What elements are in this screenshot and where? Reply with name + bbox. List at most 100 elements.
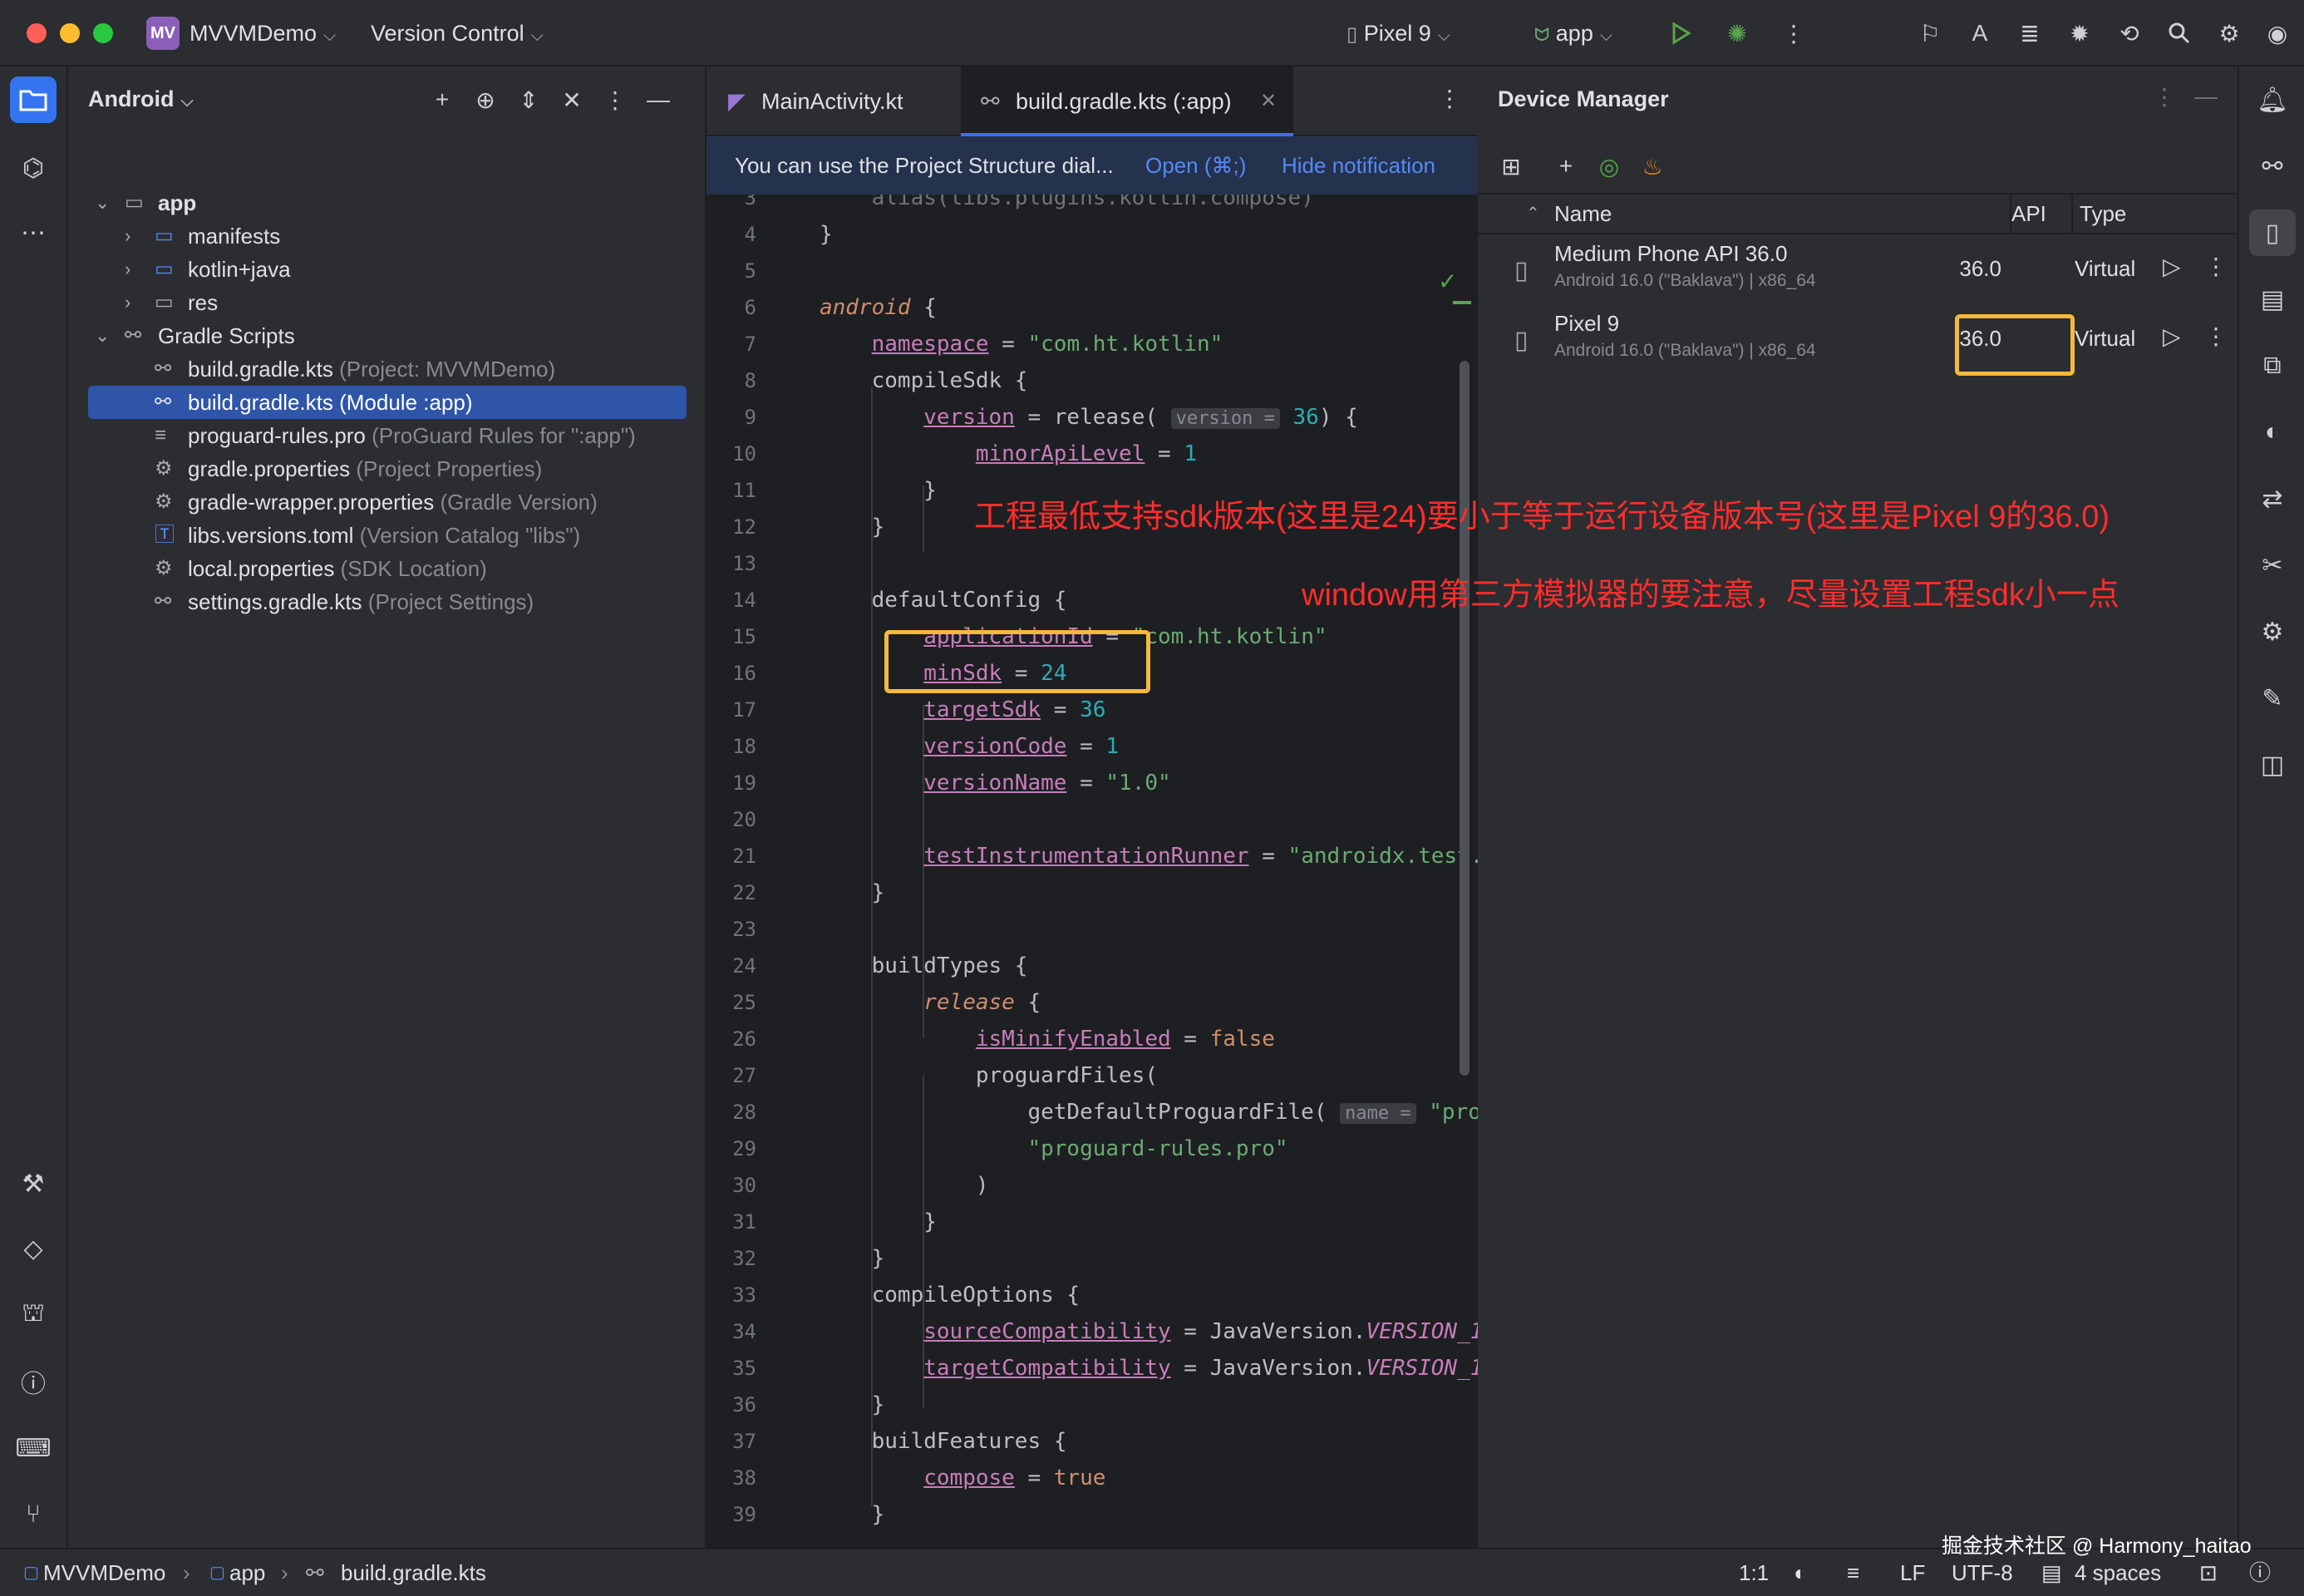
problems-status-icon[interactable]: ⓘ	[2249, 1549, 2271, 1596]
toml-file-icon: 🅃	[155, 524, 175, 546]
tools-icon[interactable]: ✂	[2249, 542, 2296, 589]
device-grid-icon[interactable]: ⊞	[1494, 150, 1528, 183]
gem-icon[interactable]: ◇	[10, 1225, 57, 1272]
tree-item-local-properties[interactable]: ⚙ local.properties (SDK Location)	[88, 552, 687, 585]
breadcrumb-module[interactable]: app	[229, 1549, 265, 1596]
profiler-icon[interactable]: ⚐	[1913, 17, 1947, 50]
more-tools-icon[interactable]: ⋯	[10, 209, 57, 256]
resource-manager-icon[interactable]: ⌬	[10, 145, 57, 191]
hide-panel-icon[interactable]: —	[2194, 83, 2218, 110]
options-icon[interactable]: ⋮	[598, 83, 632, 116]
minimize-window-button[interactable]	[60, 23, 80, 43]
pen-icon[interactable]: ✎	[2249, 675, 2296, 722]
gradle-sync-icon[interactable]: ⟲	[2113, 17, 2146, 50]
tree-item-build-gradle-module[interactable]: ⚯ build.gradle.kts (Module :app)	[88, 386, 687, 419]
app-inspection-icon[interactable]: ⛫	[10, 1292, 57, 1338]
add-device-icon[interactable]: +	[1549, 150, 1583, 183]
search-icon[interactable]	[2163, 17, 2196, 50]
build-hammer-icon[interactable]: ⚒	[10, 1160, 57, 1207]
layout-inspector-icon[interactable]: ◫	[2249, 741, 2296, 788]
version-control-menu[interactable]: Version Control ⌵	[371, 17, 544, 50]
device-name: Medium Phone API 36.0	[1554, 241, 1788, 266]
tree-item-gradle-properties[interactable]: ⚙ gradle.properties (Project Properties)	[88, 452, 687, 485]
hide-panel-icon[interactable]: —	[642, 83, 675, 116]
api-link-icon[interactable]: ⇄	[2249, 475, 2296, 522]
column-type[interactable]: Type	[2080, 195, 2126, 233]
code-style-icon[interactable]: ≡	[1847, 1549, 1859, 1596]
caret-position[interactable]: 1:1	[1739, 1549, 1769, 1596]
launch-device-icon[interactable]: ▷	[2163, 323, 2181, 350]
terminal-icon[interactable]: ⌨	[10, 1425, 57, 1471]
logcat-icon[interactable]: ≣	[2013, 17, 2046, 50]
tab-options-icon[interactable]: ⋮	[1438, 85, 1461, 112]
gemini-status-icon[interactable]: ◐	[1794, 1549, 1807, 1596]
column-name[interactable]: Name	[1554, 195, 1612, 233]
firebase-icon[interactable]: ♨	[1636, 150, 1669, 183]
settings-icon[interactable]: ⚙	[2213, 17, 2246, 50]
close-window-button[interactable]	[27, 23, 47, 43]
tree-item-gradle-wrapper[interactable]: ⚙ gradle-wrapper.properties (Gradle Vers…	[88, 485, 687, 519]
column-api[interactable]: API	[2011, 195, 2046, 233]
tab-build-gradle-app[interactable]: ⚯ build.gradle.kts (:app) ✕	[961, 66, 1293, 136]
line-number: 18	[732, 735, 756, 758]
tree-item-settings-gradle[interactable]: ⚯ settings.gradle.kts (Project Settings)	[88, 585, 687, 618]
tree-label: local.properties	[188, 556, 335, 581]
device-selector[interactable]: ▯ Pixel 9 ⌵	[1346, 17, 1450, 50]
options-icon[interactable]: ⋮	[2153, 83, 2176, 111]
close-tab-icon[interactable]: ✕	[1260, 66, 1277, 136]
line-number: 25	[732, 991, 756, 1014]
tree-item-build-gradle-project[interactable]: ⚯ build.gradle.kts (Project: MVVMDemo)	[88, 352, 687, 386]
tree-item-proguard[interactable]: ≡ proguard-rules.pro (ProGuard Rules for…	[88, 419, 687, 452]
device-menu-icon[interactable]: ⋮	[2204, 253, 2228, 280]
account-icon[interactable]: ◉	[2261, 17, 2294, 50]
device-row[interactable]: ▯ Pixel 9 Android 16.0 ("Baklava") | x86…	[1478, 306, 2238, 376]
tree-label: settings.gradle.kts	[188, 589, 362, 614]
device-manager-icon[interactable]: ▯	[2249, 209, 2296, 256]
gradle-tool-icon[interactable]: ⚯	[2249, 143, 2296, 190]
more-actions-icon[interactable]: ⋮	[1777, 17, 1810, 50]
project-badge[interactable]: MV	[146, 17, 180, 50]
run-icon[interactable]	[1664, 17, 1697, 50]
chevron-down-icon: ⌵	[180, 92, 194, 111]
editor-scrollbar[interactable]	[1460, 361, 1470, 1076]
tree-item-kotlin-java[interactable]: › ▭ kotlin+java	[88, 253, 687, 286]
project-selector[interactable]: MVVMDemo ⌵	[190, 17, 336, 50]
code-area[interactable]: 3 4 5 6 7 8 9 10 11 12 13 14 15 16 17 18 19 20 21 22 23 24 25 2…	[706, 195, 1478, 1548]
project-folder-icon[interactable]	[10, 76, 57, 123]
gemini-icon[interactable]: ◐	[2249, 409, 2296, 456]
tree-item-gradle-scripts[interactable]: ⌄ ⚯ Gradle Scripts	[88, 319, 687, 352]
run-config-selector[interactable]: ᗢ app ⌵	[1534, 17, 1612, 50]
debug-icon[interactable]: ✺	[1721, 17, 1754, 50]
line-number: 27	[732, 1064, 756, 1087]
git-branch-icon[interactable]: ⑂	[10, 1491, 57, 1538]
problems-icon[interactable]: ⓘ	[10, 1358, 57, 1405]
device-menu-icon[interactable]: ⋮	[2204, 323, 2228, 350]
notifications-bell-icon[interactable]: 🔔︎	[2249, 76, 2296, 123]
expand-all-icon[interactable]: ⇕	[512, 83, 545, 116]
tree-item-libs-versions[interactable]: 🅃 libs.versions.toml (Version Catalog "l…	[88, 519, 687, 552]
add-icon[interactable]: +	[426, 83, 459, 116]
line-separator[interactable]: LF	[1900, 1549, 1925, 1596]
hide-notification-link[interactable]: Hide notification	[1282, 136, 1435, 195]
tree-item-res[interactable]: › ▭ res	[88, 286, 687, 319]
launch-device-icon[interactable]: ▷	[2163, 253, 2181, 280]
collapse-all-icon[interactable]: ✕	[555, 83, 588, 116]
zoom-window-button[interactable]	[93, 23, 113, 43]
breadcrumb-file[interactable]: build.gradle.kts	[341, 1549, 486, 1596]
translate-icon[interactable]: A	[1963, 17, 1996, 50]
tree-item-app[interactable]: ⌄ ▭ app	[88, 186, 687, 219]
device-row[interactable]: ▯ Medium Phone API 36.0 Android 16.0 ("B…	[1478, 236, 2238, 306]
wifi-pair-icon[interactable]: ◎	[1593, 150, 1626, 183]
bug-icon[interactable]: ✹	[2063, 17, 2096, 50]
notification-open-link[interactable]: Open (⌘;)	[1145, 136, 1246, 195]
device-mirroring-icon[interactable]: ⧉	[2249, 342, 2296, 389]
running-devices-icon[interactable]: ▤	[2249, 276, 2296, 323]
locate-file-icon[interactable]: ⊕	[469, 83, 502, 116]
breadcrumb-project[interactable]: MVVMDemo	[43, 1549, 165, 1596]
sort-up-icon[interactable]: ⌃	[1526, 195, 1540, 233]
tab-mainactivity[interactable]: ◤ MainActivity.kt	[706, 66, 956, 136]
tree-item-manifests[interactable]: › ▭ manifests	[88, 219, 687, 253]
project-view-selector[interactable]: Android ⌵	[88, 86, 194, 112]
tree-hint: (SDK Location)	[334, 556, 487, 581]
device-explorer-icon[interactable]: ⚙	[2249, 608, 2296, 655]
